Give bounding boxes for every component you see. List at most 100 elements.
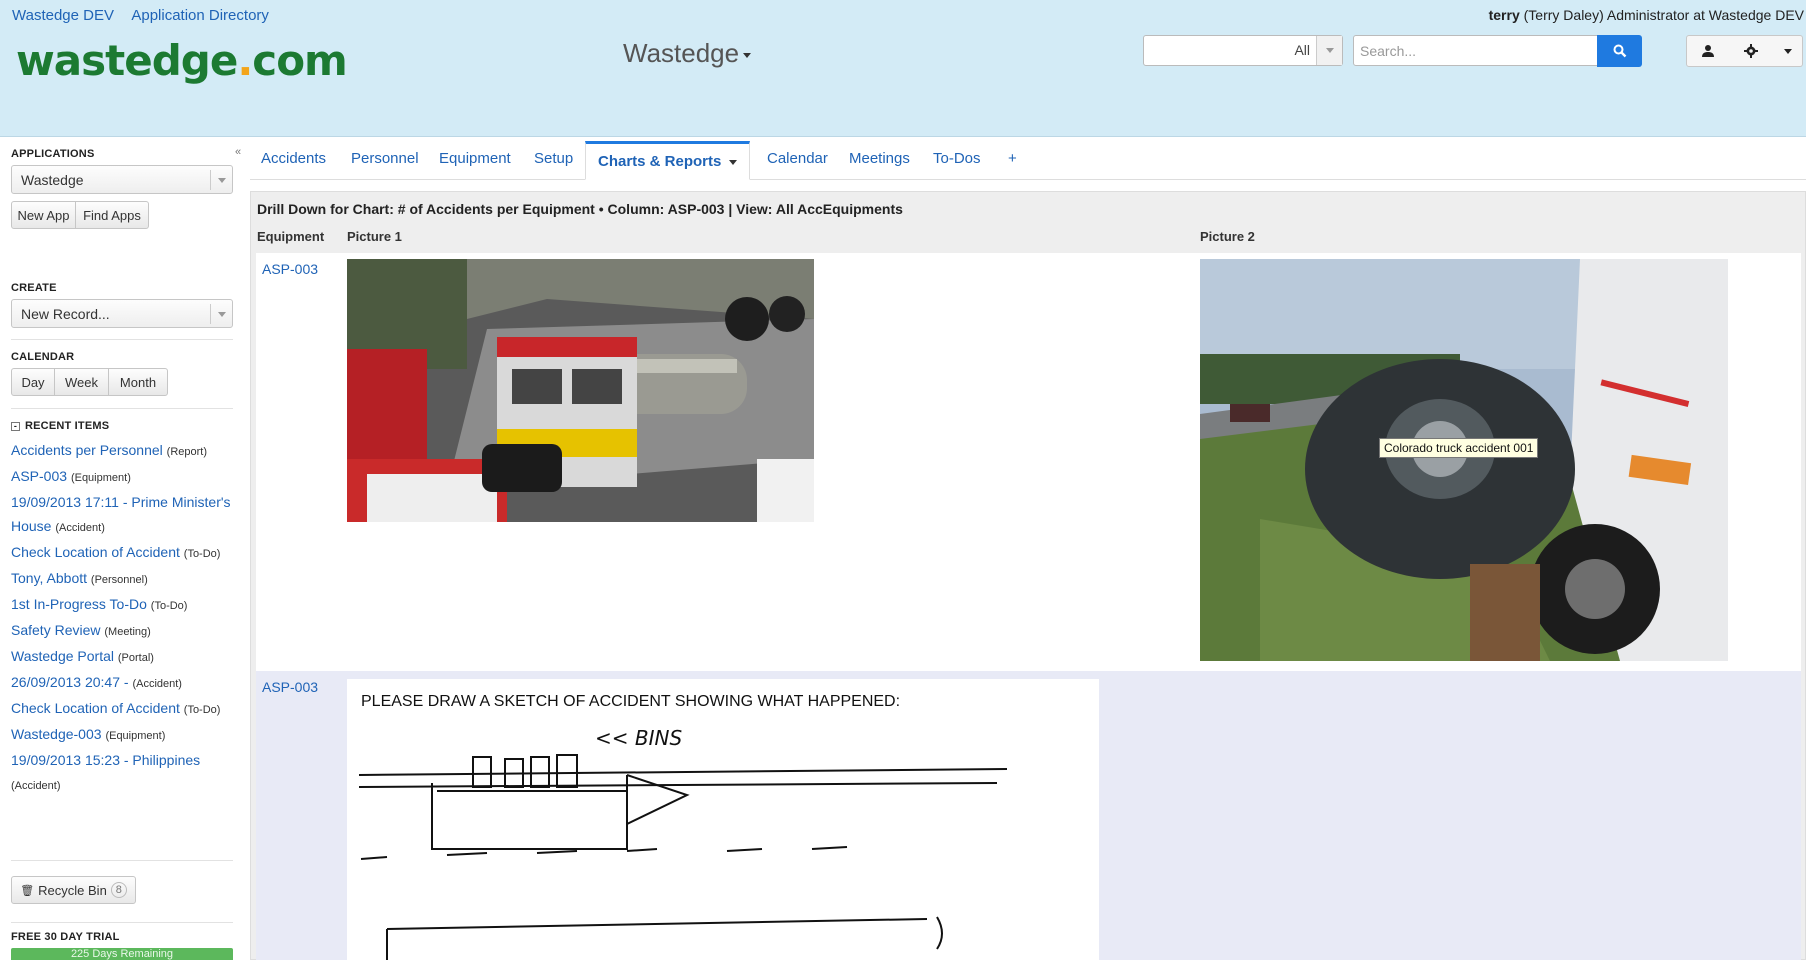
app-title-text: Wastedge — [623, 38, 740, 68]
list-item[interactable]: Check Location of Accident (To-Do) — [11, 696, 233, 722]
tab-to-dos[interactable]: To-Dos — [933, 150, 981, 167]
tab-personnel[interactable]: Personnel — [351, 150, 419, 167]
image-tooltip: Colorado truck accident 001 — [1379, 438, 1539, 458]
list-item[interactable]: 26/09/2013 20:47 - (Accident) — [11, 670, 233, 696]
recent-item-link[interactable]: 19/09/2013 17:11 - Prime Minister's Hous… — [11, 494, 231, 534]
recent-items-label: RECENT ITEMS — [25, 420, 110, 432]
list-item[interactable]: Wastedge-003 (Equipment) — [11, 722, 233, 748]
tab-calendar[interactable]: Calendar — [767, 150, 828, 167]
gear-icon — [1743, 44, 1758, 58]
calendar-month-button[interactable]: Month — [108, 368, 168, 396]
recent-item-link[interactable]: ASP-003 — [11, 468, 67, 484]
search-input[interactable] — [1353, 35, 1598, 66]
calendar-day-button[interactable]: Day — [11, 368, 55, 396]
recycle-bin-button[interactable]: 🗑 Recycle Bin 8 — [11, 876, 136, 904]
list-item[interactable]: Tony, Abbott (Personnel) — [11, 566, 233, 592]
wastedge-logo[interactable]: wastedge.com — [16, 36, 348, 85]
recent-items-list: Accidents per Personnel (Report) ASP-003… — [11, 438, 233, 798]
create-record-select[interactable]: New Record... — [11, 299, 233, 328]
recent-items-header[interactable]: - RECENT ITEMS — [11, 420, 109, 432]
recent-item-link[interactable]: Check Location of Accident — [11, 544, 180, 560]
user-name: terry — [1488, 7, 1520, 23]
recent-item-type: (Equipment) — [105, 730, 166, 742]
search-scope-select[interactable]: All — [1143, 35, 1343, 66]
recent-item-link[interactable]: 26/09/2013 20:47 - — [11, 674, 129, 690]
tab-meetings[interactable]: Meetings — [849, 150, 910, 167]
list-item[interactable]: Wastedge Portal (Portal) — [11, 644, 233, 670]
divider — [11, 860, 233, 861]
recent-item-link[interactable]: Wastedge Portal — [11, 648, 114, 664]
recent-item-type: (Personnel) — [90, 574, 148, 586]
application-directory-link[interactable]: Application Directory — [131, 7, 269, 24]
tab-equipment[interactable]: Equipment — [439, 150, 511, 167]
equipment-link[interactable]: ASP-003 — [262, 679, 318, 695]
list-item[interactable]: 1st In-Progress To-Do (To-Do) — [11, 592, 233, 618]
accident-photo-1[interactable] — [347, 259, 814, 522]
recycle-bin-count: 8 — [110, 882, 127, 898]
recent-item-link[interactable]: 19/09/2013 15:23 - Philippines — [11, 752, 200, 768]
list-item[interactable]: Safety Review (Meeting) — [11, 618, 233, 644]
list-item[interactable]: 19/09/2013 15:23 - Philippines (Accident… — [11, 748, 233, 798]
chevron-down-icon — [743, 52, 752, 58]
recent-item-type: (Equipment) — [70, 472, 131, 484]
trial-days-remaining[interactable]: 225 Days Remaining — [11, 948, 233, 960]
new-app-button[interactable]: New App — [11, 201, 76, 229]
recent-item-type: (To-Do) — [150, 600, 188, 612]
divider — [11, 922, 233, 923]
tab-add[interactable]: + — [1008, 150, 1017, 167]
chevron-down-icon — [1316, 36, 1342, 65]
wastedge-dev-link[interactable]: Wastedge DEV — [12, 7, 114, 24]
accident-photo-2[interactable]: Colorado truck accident 001 — [1200, 259, 1728, 661]
recent-item-link[interactable]: Check Location of Accident — [11, 700, 180, 716]
chevron-down-icon — [729, 159, 738, 165]
more-menu-button[interactable] — [1773, 35, 1803, 67]
chevron-down-icon — [210, 304, 232, 324]
calendar-week-button[interactable]: Week — [54, 368, 109, 396]
settings-button[interactable] — [1728, 35, 1774, 67]
recent-item-link[interactable]: Tony, Abbott — [11, 570, 87, 586]
collapse-sidebar-icon[interactable]: « — [235, 146, 241, 158]
find-apps-button[interactable]: Find Apps — [75, 201, 149, 229]
accident-photo-2-image — [1200, 259, 1728, 661]
user-menu-button[interactable] — [1686, 35, 1729, 67]
column-header-equipment[interactable]: Equipment — [257, 229, 324, 244]
table-row: ASP-003 Colorado truck accident 001 — [256, 253, 1801, 671]
accident-sketch[interactable]: PLEASE DRAW A SKETCH OF ACCIDENT SHOWING… — [347, 679, 1099, 960]
sidebar: « APPLICATIONS Wastedge New App Find App… — [0, 138, 242, 960]
accident-sketch-drawing: << BINS — [358, 726, 1008, 960]
drill-down-title: Drill Down for Chart: # of Accidents per… — [257, 201, 903, 217]
search-icon — [1613, 44, 1626, 58]
recent-item-link[interactable]: Accidents per Personnel — [11, 442, 163, 458]
trial-label: FREE 30 DAY TRIAL — [11, 931, 120, 943]
list-item[interactable]: 19/09/2013 17:11 - Prime Minister's Hous… — [11, 490, 233, 540]
sketch-note: << BINS — [595, 726, 682, 750]
recent-item-link[interactable]: 1st In-Progress To-Do — [11, 596, 147, 612]
application-select-value: Wastedge — [21, 172, 84, 188]
recent-item-type: (Accident) — [132, 678, 182, 690]
column-header-picture-2[interactable]: Picture 2 — [1200, 229, 1255, 244]
accident-photo-1-image — [347, 259, 814, 522]
recent-item-type: (Accident) — [55, 522, 105, 534]
app-header: Wastedge DEV Application Directory terry… — [0, 0, 1806, 137]
list-item[interactable]: Accidents per Personnel (Report) — [11, 438, 233, 464]
list-item[interactable]: Check Location of Accident (To-Do) — [11, 540, 233, 566]
recent-item-link[interactable]: Wastedge-003 — [11, 726, 102, 742]
tab-charts-reports[interactable]: Charts & Reports — [585, 141, 751, 180]
equipment-link[interactable]: ASP-003 — [262, 261, 318, 277]
recent-item-type: (Report) — [166, 446, 207, 458]
app-title[interactable]: Wastedge — [623, 38, 752, 69]
drill-down-panel: Drill Down for Chart: # of Accidents per… — [250, 191, 1806, 960]
tab-setup[interactable]: Setup — [534, 150, 573, 167]
user-detail: (Terry Daley) Administrator at Wastedge … — [1523, 7, 1804, 23]
chevron-down-icon — [210, 170, 232, 190]
column-header-picture-1[interactable]: Picture 1 — [347, 229, 402, 244]
divider — [11, 408, 233, 409]
search-button[interactable] — [1597, 35, 1642, 67]
list-item[interactable]: ASP-003 (Equipment) — [11, 464, 233, 490]
tab-accidents[interactable]: Accidents — [261, 150, 326, 167]
applications-label: APPLICATIONS — [11, 148, 95, 160]
user-info[interactable]: terry (Terry Daley) Administrator at Was… — [1489, 7, 1804, 23]
recent-item-link[interactable]: Safety Review — [11, 622, 100, 638]
recent-item-type: (To-Do) — [183, 704, 221, 716]
application-select[interactable]: Wastedge — [11, 165, 233, 194]
